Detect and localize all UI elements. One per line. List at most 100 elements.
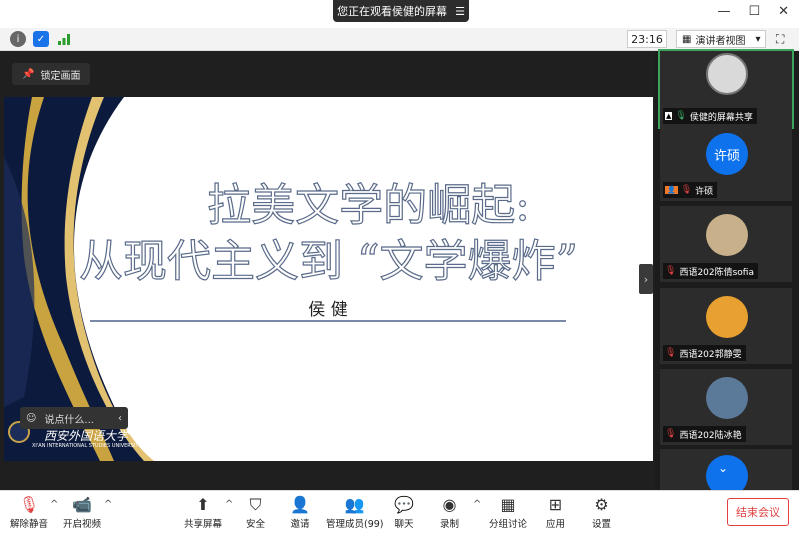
- view-label: 演讲者视图: [695, 35, 746, 47]
- record-icon: ◉: [442, 495, 457, 514]
- settings-button[interactable]: ⚙ 设置: [592, 494, 611, 530]
- lock-screen-button[interactable]: 📌 锁定画面: [12, 63, 91, 85]
- university-name-cn: 西安外国语大学: [44, 429, 129, 443]
- video-off-icon: 📹: [72, 495, 92, 514]
- mic-muted-icon: 🎙: [665, 266, 677, 276]
- chevron-up-icon[interactable]: ^: [50, 499, 58, 510]
- mic-muted-icon: 🎙: [18, 495, 40, 514]
- avatar: [706, 377, 748, 419]
- slide-title-line-1: 拉美文学的崛起:: [206, 179, 530, 231]
- security-button[interactable]: ⛉ 安全: [246, 494, 265, 530]
- participant-name: 侯健的屏幕共享: [689, 112, 753, 123]
- maximize-button[interactable]: ☐: [748, 4, 760, 19]
- university-name-en: XI'AN INTERNATIONAL STUDIES UNIVERSITY: [32, 443, 142, 449]
- unmute-button[interactable]: 🎙 解除静音: [10, 494, 48, 530]
- quick-chat-input[interactable]: ☺ 说点什么... ‹: [20, 407, 128, 429]
- chevron-left-icon[interactable]: ‹: [118, 413, 122, 424]
- participant-tile-partial[interactable]: ⌄: [660, 449, 792, 497]
- manage-participants-button[interactable]: 👥 管理成员(99): [326, 494, 384, 530]
- lock-screen-label: 锁定画面: [40, 70, 81, 82]
- unmute-label: 解除静音: [10, 519, 49, 530]
- chat-label: 聊天: [394, 519, 414, 530]
- record-button[interactable]: ◉ 录制: [440, 494, 459, 530]
- shared-screen-area: 📌 锁定画面 拉美文学的崛起: 从现代主义到 “文学爆炸” 侯 健 西安外国语大…: [0, 51, 655, 490]
- title-bar: 您正在观看侯健的屏幕 ☰ — ☐ ✕: [0, 0, 799, 28]
- minimize-button[interactable]: —: [717, 4, 730, 19]
- window-controls: — ☐ ✕: [717, 4, 789, 19]
- start-video-button[interactable]: 📹 开启视频: [63, 494, 101, 530]
- signal-icon[interactable]: [56, 31, 72, 47]
- add-person-icon: 👤: [290, 495, 310, 514]
- menu-icon[interactable]: ☰: [455, 5, 465, 18]
- invite-label: 邀请: [290, 519, 310, 530]
- chat-icon: 💬: [394, 495, 414, 514]
- breakout-icon: ▦: [500, 495, 516, 514]
- meeting-timer: 23:16: [627, 30, 667, 48]
- participant-tile[interactable]: ▲ 🎙 侯健的屏幕共享: [658, 49, 794, 129]
- avatar: [706, 296, 748, 338]
- share-banner[interactable]: 您正在观看侯健的屏幕 ☰: [333, 0, 469, 22]
- participant-label: 🎙 西语202郭静雯: [663, 345, 746, 361]
- mic-muted-icon: 🎙: [665, 348, 677, 358]
- participant-label: ▲ 🎙 侯健的屏幕共享: [663, 108, 757, 124]
- start-video-label: 开启视频: [63, 519, 102, 530]
- shield-icon: ⛉: [249, 495, 262, 514]
- participant-tile[interactable]: 🎙 西语202陈倩sofia: [660, 206, 792, 282]
- view-mode-button[interactable]: ▦ 演讲者视图 ▾: [676, 30, 766, 48]
- pin-icon: 📌: [22, 68, 35, 80]
- person-icon: 👤: [665, 186, 678, 194]
- apps-button[interactable]: ⊞ 应用: [546, 494, 565, 530]
- participant-tile[interactable]: 许硕 👤 🎙 许硕: [660, 125, 792, 201]
- smiley-icon: ☺: [26, 412, 37, 424]
- gear-icon: ⚙: [594, 495, 609, 514]
- share-screen-icon: ⬆: [196, 495, 210, 514]
- participants-icon: 👥: [344, 495, 365, 514]
- avatar: [706, 53, 748, 95]
- security-label: 安全: [246, 519, 266, 530]
- settings-label: 设置: [592, 519, 612, 530]
- participant-label: 🎙 西语202陆冰艳: [663, 426, 746, 442]
- avatar: [706, 214, 748, 256]
- avatar: 许硕: [706, 133, 748, 175]
- slide-title-line-2: 从现代主义到 “文学爆炸”: [78, 235, 578, 287]
- chevron-up-icon[interactable]: ^: [225, 499, 233, 510]
- meeting-info-bar: i ✓ 23:16 ▦ 演讲者视图 ▾ ⛶: [0, 28, 799, 51]
- chevron-up-icon[interactable]: ^: [473, 499, 481, 510]
- mic-muted-icon: 🎙: [680, 185, 693, 195]
- mic-muted-icon: 🎙: [665, 429, 677, 439]
- participant-tile[interactable]: 🎙 西语202陆冰艳: [660, 369, 792, 445]
- view-icon: ▦: [682, 33, 692, 45]
- record-label: 录制: [440, 519, 460, 530]
- invite-button[interactable]: 👤 邀请: [290, 494, 310, 530]
- participant-name: 西语202郭静雯: [679, 349, 742, 360]
- close-button[interactable]: ✕: [778, 4, 789, 19]
- share-banner-text: 您正在观看侯健的屏幕: [337, 5, 448, 18]
- screen-share-icon: ▲: [665, 112, 673, 120]
- fullscreen-icon[interactable]: ⛶: [776, 32, 790, 46]
- chat-button[interactable]: 💬 聊天: [394, 494, 414, 530]
- breakout-rooms-button[interactable]: ▦ 分组讨论: [489, 494, 527, 530]
- share-screen-label: 共享屏幕: [184, 519, 223, 530]
- apps-label: 应用: [546, 519, 566, 530]
- end-meeting-button[interactable]: 结束会议: [727, 498, 789, 526]
- scroll-down-icon[interactable]: ⌄: [718, 461, 728, 475]
- participant-name: 西语202陆冰艳: [679, 430, 742, 441]
- breakout-label: 分组讨论: [489, 519, 528, 530]
- apps-icon: ⊞: [548, 495, 563, 514]
- slide-presenter-name: 侯 健: [308, 300, 348, 320]
- shield-icon[interactable]: ✓: [33, 31, 49, 47]
- participant-name: 许硕: [695, 186, 714, 197]
- participant-tile[interactable]: 🎙 西语202郭静雯: [660, 288, 792, 364]
- info-icon[interactable]: i: [10, 31, 26, 47]
- participant-name: 西语202陈倩sofia: [679, 267, 754, 278]
- participant-label: 🎙 西语202陈倩sofia: [663, 263, 758, 279]
- panel-collapse-button[interactable]: ›: [639, 264, 653, 294]
- participant-label: 👤 🎙 许硕: [663, 182, 718, 198]
- chevron-up-icon[interactable]: ^: [104, 499, 112, 510]
- quick-chat-placeholder: 说点什么...: [44, 414, 94, 426]
- chevron-down-icon: ▾: [755, 33, 761, 45]
- mic-on-icon: 🎙: [675, 111, 687, 121]
- manage-label: 管理成员(99): [326, 519, 384, 530]
- share-screen-button[interactable]: ⬆ 共享屏幕: [184, 494, 222, 530]
- meeting-toolbar: 🎙 解除静音 ^ 📹 开启视频 ^ ⬆ 共享屏幕 ^ ⛉ 安全 👤 邀请 👥 管…: [0, 490, 799, 534]
